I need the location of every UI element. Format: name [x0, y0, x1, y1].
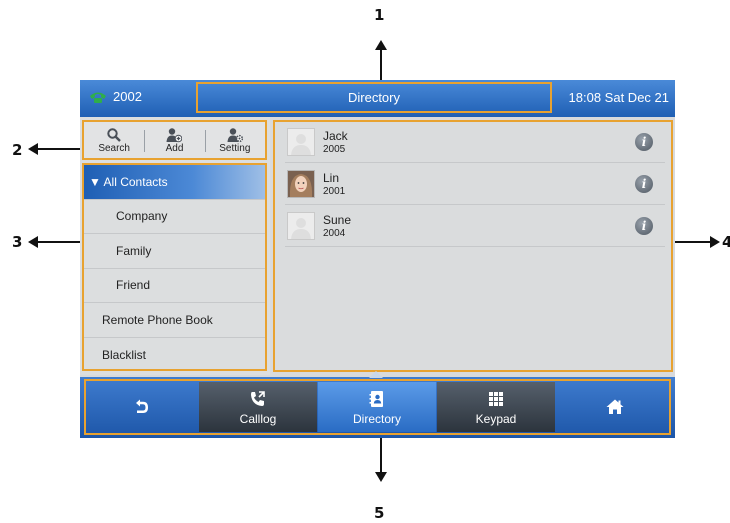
group-item-blacklist[interactable]: Blacklist — [84, 338, 265, 370]
callout-4: 4 — [722, 233, 730, 251]
contact-number: 2004 — [323, 228, 346, 239]
callout-4-arrow-head — [710, 236, 720, 248]
keypad-icon — [489, 391, 503, 406]
callout-5-arrow-line — [380, 438, 382, 474]
add-contact-button[interactable]: Add — [144, 122, 204, 158]
status-bar: 2002 Directory 18:08 Sat Dec 21 — [80, 80, 675, 117]
directory-toolbar: Search Add Setting — [82, 120, 267, 160]
contact-setting-icon — [227, 127, 243, 142]
left-pane: Search Add Setting ▼ All Contacts Compan… — [80, 117, 270, 375]
group-item-all-contacts[interactable]: ▼ All Contacts — [84, 165, 265, 200]
info-icon[interactable]: i — [635, 175, 653, 193]
info-icon[interactable]: i — [635, 217, 653, 235]
photo-avatar-icon — [288, 171, 314, 197]
contact-name: Lin — [323, 171, 340, 185]
callout-1: 1 — [374, 6, 385, 24]
back-button[interactable] — [82, 382, 200, 432]
clock-display: 18:08 Sat Dec 21 — [568, 90, 669, 105]
search-button[interactable]: Search — [84, 122, 144, 158]
contact-name: Jack — [323, 129, 348, 143]
home-button[interactable] — [556, 382, 674, 432]
contact-row[interactable]: Sune 2004 i — [285, 207, 665, 247]
add-contact-icon — [166, 127, 183, 142]
setting-button[interactable]: Setting — [204, 122, 265, 158]
default-avatar — [287, 128, 315, 156]
contact-number: 2005 — [323, 144, 346, 155]
keypad-label: Keypad — [475, 411, 517, 426]
contact-row[interactable]: Lin 2001 i — [285, 165, 665, 205]
contact-group-list: ▼ All Contacts Company Family Friend Rem… — [82, 163, 267, 371]
calllog-button[interactable]: Calllog — [199, 382, 317, 432]
group-item-remote-phone-book[interactable]: Remote Phone Book — [84, 303, 265, 338]
contact-photo — [287, 170, 315, 198]
callout-2-arrow-head — [28, 143, 38, 155]
back-icon — [136, 399, 148, 413]
group-item-family[interactable]: Family — [84, 234, 265, 269]
search-icon — [107, 127, 122, 142]
callout-1-arrow-head — [375, 40, 387, 50]
callout-4-arrow-line — [675, 241, 713, 243]
contact-row[interactable]: Jack 2005 i — [285, 123, 665, 163]
contact-number: 2001 — [323, 186, 346, 197]
search-label: Search — [98, 142, 130, 154]
phone-line-icon — [90, 92, 106, 103]
home-icon — [606, 399, 624, 414]
avatar-placeholder-icon — [291, 134, 311, 155]
group-item-company[interactable]: Company — [84, 200, 265, 234]
callout-2-arrow-line — [36, 148, 80, 150]
callout-3-arrow-head — [28, 236, 38, 248]
contact-name: Sune — [323, 213, 352, 227]
line-indicator[interactable]: 2002 — [88, 89, 142, 104]
directory-book-icon — [369, 390, 383, 407]
directory-label: Directory — [352, 411, 401, 426]
group-item-friend[interactable]: Friend — [84, 269, 265, 303]
keypad-button[interactable]: Keypad — [437, 382, 555, 432]
callout-1-arrow-line — [380, 48, 382, 80]
active-tab-indicator — [369, 371, 383, 378]
callout-5-arrow-head — [375, 472, 387, 482]
contact-list-pane: Jack 2005 i Lin 2001 i Sune 2004 i — [273, 120, 673, 372]
calllog-label: Calllog — [239, 411, 277, 426]
setting-label: Setting — [219, 142, 251, 154]
callout-5: 5 — [374, 504, 385, 522]
callout-2: 2 — [12, 141, 23, 159]
line-label: 2002 — [113, 89, 142, 104]
info-icon[interactable]: i — [635, 133, 653, 151]
avatar-placeholder-icon — [291, 218, 311, 239]
callout-3: 3 — [12, 233, 23, 251]
directory-button[interactable]: Directory — [318, 382, 436, 432]
page-title: Directory — [196, 82, 552, 113]
calllog-icon — [251, 390, 265, 406]
add-label: Add — [165, 142, 184, 154]
default-avatar — [287, 212, 315, 240]
phone-screen: 2002 Directory 18:08 Sat Dec 21 Search A… — [80, 80, 675, 438]
callout-3-arrow-line — [36, 241, 80, 243]
softkey-bar: Calllog Directory Keypad — [80, 371, 675, 438]
